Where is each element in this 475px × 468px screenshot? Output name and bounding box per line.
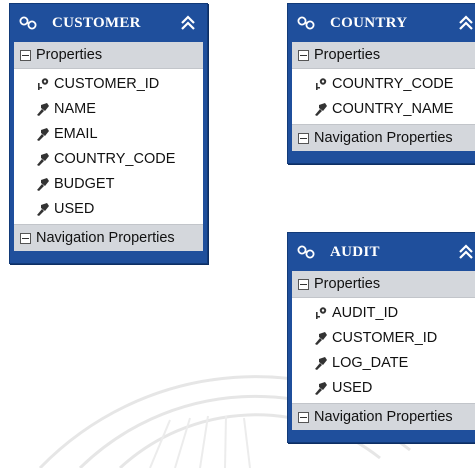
property-label: CUSTOMER_ID <box>332 329 438 346</box>
property-icon <box>36 102 50 116</box>
section-label: Properties <box>36 47 103 63</box>
entity-header[interactable]: AUDIT <box>288 233 475 271</box>
collapse-toggle-icon[interactable] <box>298 49 309 61</box>
property-row[interactable]: AUDIT_ID <box>292 300 475 325</box>
entity-header[interactable]: COUNTRY <box>288 4 475 42</box>
entity-footer <box>10 251 207 263</box>
collapse-chevron-icon[interactable] <box>455 241 475 263</box>
property-row[interactable]: COUNTRY_CODE <box>292 71 475 96</box>
section-label: Navigation Properties <box>314 130 453 146</box>
section-label: Properties <box>314 47 381 63</box>
key-icon <box>314 306 328 320</box>
entity-body: Properties COUNTRY_CODE COUNTRY_NAME Nav… <box>292 42 475 151</box>
collapse-chevron-icon[interactable] <box>177 12 199 34</box>
property-label: LOG_DATE <box>332 354 409 371</box>
property-row[interactable]: CUSTOMER_ID <box>14 71 203 96</box>
property-icon <box>36 152 50 166</box>
navigation-section-header[interactable]: Navigation Properties <box>14 224 203 251</box>
entity-type-icon <box>296 13 320 33</box>
key-icon <box>36 77 50 91</box>
properties-section-header[interactable]: Properties <box>292 42 475 69</box>
entity-body: Properties CUSTOMER_ID NAME EMAIL COUNTR… <box>14 42 203 251</box>
entity-title: AUDIT <box>330 243 380 260</box>
collapse-toggle-icon[interactable] <box>298 411 309 423</box>
property-row[interactable]: NAME <box>14 96 203 121</box>
entity-footer <box>288 430 475 442</box>
section-label: Navigation Properties <box>36 230 175 246</box>
property-list: CUSTOMER_ID NAME EMAIL COUNTRY_CODE BUDG… <box>14 69 203 224</box>
collapse-chevron-icon[interactable] <box>455 12 475 34</box>
property-label: BUDGET <box>54 175 115 192</box>
collapse-toggle-icon[interactable] <box>298 132 309 144</box>
property-row[interactable]: CUSTOMER_ID <box>292 325 475 350</box>
collapse-toggle-icon[interactable] <box>298 278 309 290</box>
entity-country[interactable]: COUNTRY Properties COUNTRY_CODE COUNTRY_… <box>287 3 475 164</box>
collapse-toggle-icon[interactable] <box>20 49 31 61</box>
properties-section-header[interactable]: Properties <box>292 271 475 298</box>
collapse-toggle-icon[interactable] <box>20 232 31 244</box>
property-label: AUDIT_ID <box>332 304 399 321</box>
property-label: COUNTRY_CODE <box>54 150 176 167</box>
property-row[interactable]: COUNTRY_CODE <box>14 146 203 171</box>
property-label: EMAIL <box>54 125 98 142</box>
property-list: COUNTRY_CODE COUNTRY_NAME <box>292 69 475 124</box>
entity-type-icon <box>18 13 42 33</box>
entity-footer <box>288 151 475 163</box>
entity-type-icon <box>296 242 320 262</box>
navigation-section-header[interactable]: Navigation Properties <box>292 124 475 151</box>
entity-title: COUNTRY <box>330 14 408 31</box>
property-row[interactable]: BUDGET <box>14 171 203 196</box>
property-row[interactable]: COUNTRY_NAME <box>292 96 475 121</box>
navigation-section-header[interactable]: Navigation Properties <box>292 403 475 430</box>
property-icon <box>314 356 328 370</box>
entity-customer[interactable]: CUSTOMER Properties CUSTOMER_ID NAME EMA… <box>9 3 208 264</box>
entity-title: CUSTOMER <box>52 14 141 31</box>
section-label: Navigation Properties <box>314 409 453 425</box>
property-icon <box>36 202 50 216</box>
property-row[interactable]: EMAIL <box>14 121 203 146</box>
property-list: AUDIT_ID CUSTOMER_ID LOG_DATE USED <box>292 298 475 403</box>
property-label: CUSTOMER_ID <box>54 75 160 92</box>
property-label: COUNTRY_CODE <box>332 75 454 92</box>
property-label: USED <box>54 200 95 217</box>
entity-header[interactable]: CUSTOMER <box>10 4 207 42</box>
property-label: COUNTRY_NAME <box>332 100 454 117</box>
property-label: USED <box>332 379 373 396</box>
property-icon <box>314 102 328 116</box>
property-icon <box>36 127 50 141</box>
property-icon <box>36 177 50 191</box>
key-icon <box>314 77 328 91</box>
entity-body: Properties AUDIT_ID CUSTOMER_ID LOG_DATE… <box>292 271 475 430</box>
property-icon <box>314 381 328 395</box>
property-row[interactable]: LOG_DATE <box>292 350 475 375</box>
entity-audit[interactable]: AUDIT Properties AUDIT_ID CUSTOMER_ID LO… <box>287 232 475 443</box>
property-icon <box>314 331 328 345</box>
property-row[interactable]: USED <box>292 375 475 400</box>
property-label: NAME <box>54 100 96 117</box>
property-row[interactable]: USED <box>14 196 203 221</box>
section-label: Properties <box>314 276 381 292</box>
properties-section-header[interactable]: Properties <box>14 42 203 69</box>
